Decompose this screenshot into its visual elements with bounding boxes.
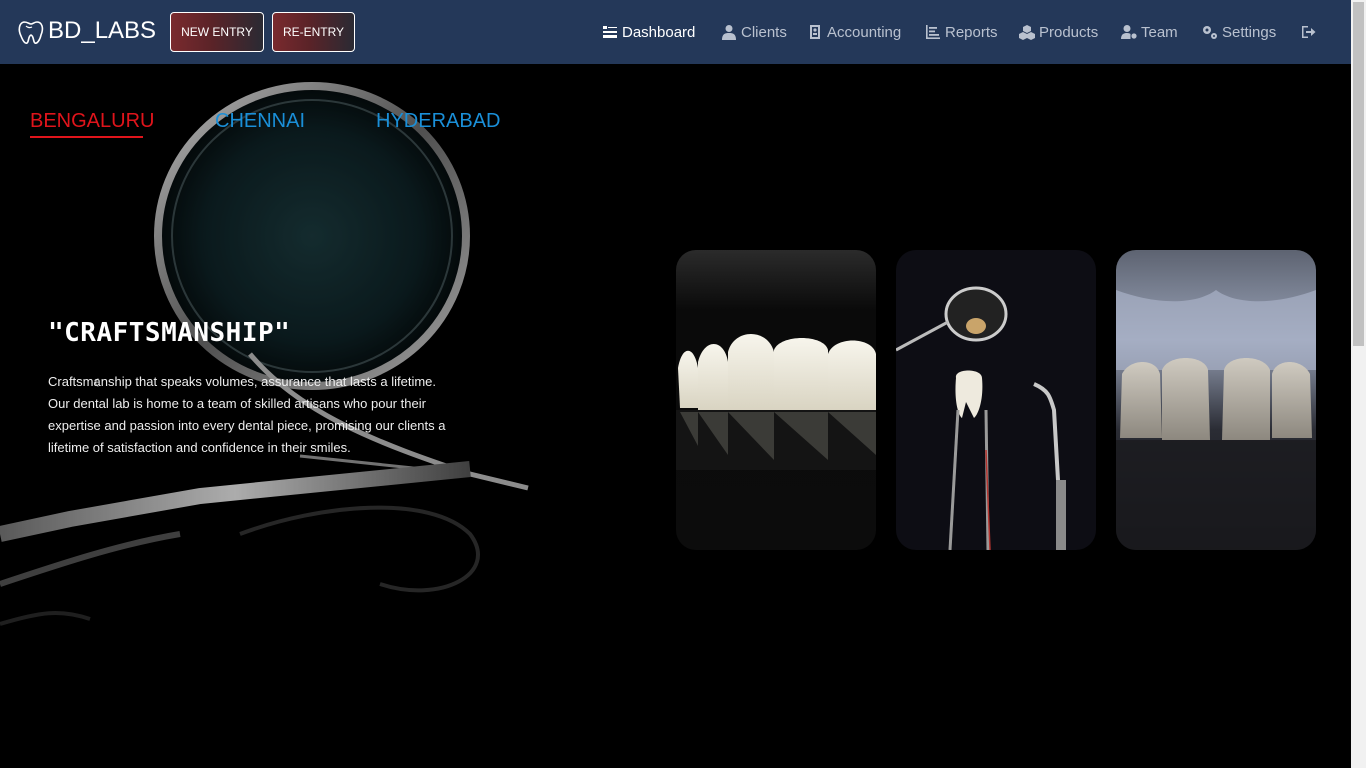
nav-clients-label: Clients	[741, 23, 787, 41]
nav-dashboard-label: Dashboard	[622, 23, 696, 41]
scrollbar[interactable]	[1351, 0, 1366, 768]
nav-products-label: Products	[1039, 23, 1099, 41]
nav-reports[interactable]: Reports	[925, 21, 998, 43]
brand-name: BD_LABS	[48, 17, 157, 44]
nav-settings-label: Settings	[1222, 23, 1277, 41]
re-entry-button[interactable]: RE-ENTRY	[272, 12, 355, 52]
tooth-logo-icon	[18, 21, 44, 44]
dashboard-icon	[603, 26, 617, 38]
logout-button[interactable]	[1301, 21, 1321, 43]
gears-icon	[1203, 26, 1217, 39]
tab-hyderabad[interactable]: HYDERABAD	[376, 110, 500, 133]
new-entry-button[interactable]: NEW ENTRY	[170, 12, 264, 52]
veneers-image	[676, 250, 876, 550]
dental-model-image	[1116, 250, 1316, 550]
nav-team-label: Team	[1141, 23, 1178, 41]
tab-bengaluru[interactable]: BENGALURU	[30, 110, 154, 133]
brand[interactable]: BD_LABS	[16, 16, 156, 46]
user-doctor-icon	[722, 25, 736, 40]
nav-settings[interactable]: Settings	[1202, 21, 1276, 43]
gallery-card-veneers[interactable]	[676, 250, 876, 550]
scrollbar-thumb[interactable]	[1353, 2, 1364, 346]
logout-icon	[1302, 26, 1316, 38]
nav-products[interactable]: Products	[1019, 21, 1098, 43]
hero-section: BENGALURU CHENNAI HYDERABAD "CRAFTSMANSH…	[0, 64, 1351, 768]
gallery-card-model[interactable]	[1116, 250, 1316, 550]
chart-bars-icon	[926, 25, 940, 39]
id-badge-icon	[810, 25, 820, 39]
top-navbar: BD_LABS NEW ENTRY RE-ENTRY Dashboard Cli…	[0, 0, 1351, 64]
nav-clients[interactable]: Clients	[721, 21, 787, 43]
nav-accounting-label: Accounting	[827, 23, 902, 41]
hero-description: Craftsmanship that speaks volumes, assur…	[48, 374, 446, 455]
dental-tools-image	[896, 250, 1096, 550]
hero-title: "CRAFTSMANSHIP"	[48, 318, 291, 348]
active-tab-underline	[30, 136, 143, 138]
nav-team[interactable]: Team	[1121, 21, 1178, 43]
gallery-card-tools[interactable]	[896, 250, 1096, 550]
nav-accounting[interactable]: Accounting	[807, 21, 901, 43]
cubes-icon	[1019, 25, 1035, 40]
user-gear-icon	[1121, 25, 1137, 39]
nav-reports-label: Reports	[945, 23, 998, 41]
nav-dashboard[interactable]: Dashboard	[602, 21, 695, 43]
tab-chennai[interactable]: CHENNAI	[215, 110, 305, 133]
